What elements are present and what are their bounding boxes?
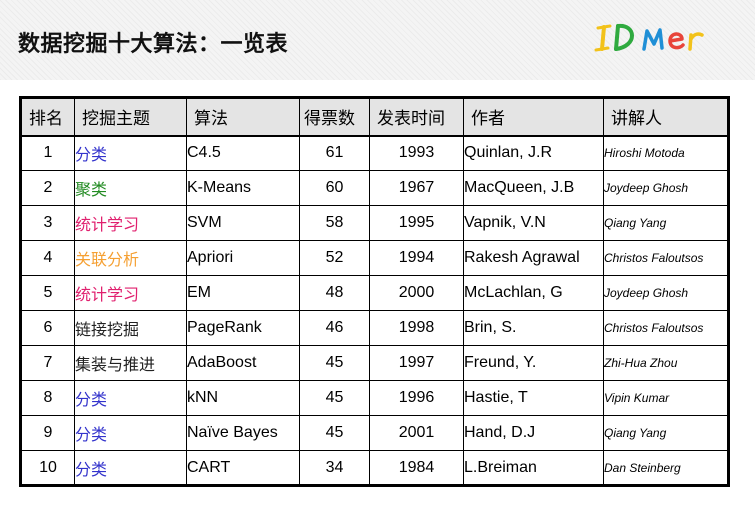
cell-rank: 6 [20, 310, 75, 346]
cell-lecturer: Christos Faloutsos [603, 240, 729, 276]
cell-year: 1997 [369, 345, 464, 381]
cell-topic: 分类 [74, 415, 187, 451]
cell-topic: 分类 [74, 450, 187, 486]
cell-lecturer: Dan Steinberg [603, 450, 729, 486]
cell-algorithm: K-Means [186, 170, 300, 206]
cell-year: 2000 [369, 275, 464, 311]
cell-year: 1993 [369, 135, 464, 171]
cell-author: McLachlan, G [463, 275, 604, 311]
table-row: 3 统计学习 SVM 58 1995 Vapnik, V.N Qiang Yan… [20, 205, 729, 241]
header-lecturer: 讲解人 [603, 97, 729, 136]
cell-topic: 链接挖掘 [74, 310, 187, 346]
cell-algorithm: CART [186, 450, 300, 486]
table-row: 7 集装与推进 AdaBoost 45 1997 Freund, Y. Zhi-… [20, 345, 729, 381]
cell-year: 1998 [369, 310, 464, 346]
cell-lecturer: Christos Faloutsos [603, 310, 729, 346]
cell-rank: 4 [20, 240, 75, 276]
cell-votes: 45 [299, 380, 370, 416]
cell-rank: 3 [20, 205, 75, 241]
cell-topic: 统计学习 [74, 275, 187, 311]
cell-year: 1996 [369, 380, 464, 416]
cell-votes: 45 [299, 415, 370, 451]
cell-topic: 聚类 [74, 170, 187, 206]
table-row: 9 分类 Naïve Bayes 45 2001 Hand, D.J Qiang… [20, 415, 729, 451]
table-row: 10 分类 CART 34 1984 L.Breiman Dan Steinbe… [20, 450, 729, 486]
cell-topic: 统计学习 [74, 205, 187, 241]
page-title: 数据挖掘十大算法：一览表 [18, 32, 289, 57]
cell-algorithm: AdaBoost [186, 345, 300, 381]
cell-author: L.Breiman [463, 450, 604, 486]
cell-author: Freund, Y. [463, 345, 604, 381]
cell-votes: 48 [299, 275, 370, 311]
table-row: 8 分类 kNN 45 1996 Hastie, T Vipin Kumar [20, 380, 729, 416]
cell-algorithm: kNN [186, 380, 300, 416]
header-votes: 得票数 [299, 97, 370, 136]
idmer-logo [594, 16, 720, 60]
cell-topic: 关联分析 [74, 240, 187, 276]
cell-votes: 45 [299, 345, 370, 381]
table-header-row: 排名 挖掘主题 算法 得票数 发表时间 作者 讲解人 [20, 97, 729, 136]
cell-algorithm: Naïve Bayes [186, 415, 300, 451]
cell-author: Hand, D.J [463, 415, 604, 451]
cell-algorithm: C4.5 [186, 135, 300, 171]
header-topic: 挖掘主题 [74, 97, 187, 136]
cell-topic: 分类 [74, 380, 187, 416]
cell-author: Vapnik, V.N [463, 205, 604, 241]
cell-topic: 集装与推进 [74, 345, 187, 381]
cell-rank: 5 [20, 275, 75, 311]
table-row: 5 统计学习 EM 48 2000 McLachlan, G Joydeep G… [20, 275, 729, 311]
cell-rank: 1 [20, 135, 75, 171]
cell-author: Brin, S. [463, 310, 604, 346]
cell-lecturer: Vipin Kumar [603, 380, 729, 416]
cell-algorithm: Apriori [186, 240, 300, 276]
cell-year: 1994 [369, 240, 464, 276]
cell-lecturer: Qiang Yang [603, 205, 729, 241]
cell-votes: 34 [299, 450, 370, 486]
header-year: 发表时间 [369, 97, 464, 136]
header-author: 作者 [463, 97, 604, 136]
table-row: 2 聚类 K-Means 60 1967 MacQueen, J.B Joyde… [20, 170, 729, 206]
table-row: 4 关联分析 Apriori 52 1994 Rakesh Agrawal Ch… [20, 240, 729, 276]
cell-rank: 8 [20, 380, 75, 416]
cell-rank: 2 [20, 170, 75, 206]
cell-lecturer: Hiroshi Motoda [603, 135, 729, 171]
cell-rank: 7 [20, 345, 75, 381]
cell-votes: 60 [299, 170, 370, 206]
cell-votes: 61 [299, 135, 370, 171]
header-algorithm: 算法 [186, 97, 300, 136]
cell-lecturer: Joydeep Ghosh [603, 170, 729, 206]
cell-topic: 分类 [74, 135, 187, 171]
cell-author: Rakesh Agrawal [463, 240, 604, 276]
cell-votes: 52 [299, 240, 370, 276]
cell-algorithm: SVM [186, 205, 300, 241]
cell-author: Quinlan, J.R [463, 135, 604, 171]
cell-votes: 46 [299, 310, 370, 346]
cell-lecturer: Joydeep Ghosh [603, 275, 729, 311]
cell-author: MacQueen, J.B [463, 170, 604, 206]
cell-year: 1995 [369, 205, 464, 241]
table-row: 1 分类 C4.5 61 1993 Quinlan, J.R Hiroshi M… [20, 135, 729, 171]
cell-year: 1967 [369, 170, 464, 206]
cell-year: 1984 [369, 450, 464, 486]
cell-lecturer: Qiang Yang [603, 415, 729, 451]
algorithms-table: 排名 挖掘主题 算法 得票数 发表时间 作者 讲解人 1 分类 C4.5 61 … [19, 96, 730, 487]
cell-rank: 9 [20, 415, 75, 451]
cell-algorithm: EM [186, 275, 300, 311]
cell-lecturer: Zhi-Hua Zhou [603, 345, 729, 381]
cell-author: Hastie, T [463, 380, 604, 416]
cell-votes: 58 [299, 205, 370, 241]
cell-algorithm: PageRank [186, 310, 300, 346]
header-rank: 排名 [20, 97, 75, 136]
table-row: 6 链接挖掘 PageRank 46 1998 Brin, S. Christo… [20, 310, 729, 346]
cell-rank: 10 [20, 450, 75, 486]
cell-year: 2001 [369, 415, 464, 451]
